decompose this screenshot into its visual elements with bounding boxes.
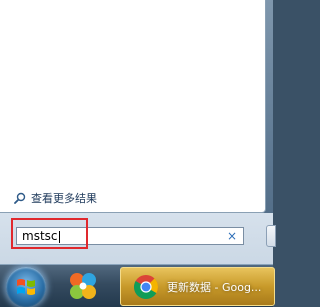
start-button[interactable] [6,267,46,307]
chrome-icon [133,274,159,299]
search-results-panel [0,0,266,213]
search-input[interactable]: mstsc × [16,227,244,245]
taskbar-task-label: 更新数据 - Goog... [167,280,262,294]
search-input-value: mstsc [22,229,60,243]
see-more-results-label: 查看更多结果 [31,192,97,205]
close-icon[interactable]: × [224,229,240,243]
pinwheel-app-icon [70,273,96,299]
windows-logo-icon [17,279,35,295]
text-caret [58,230,60,243]
taskbar: 更新数据 - Goog... [0,264,275,307]
taskbar-chrome-window[interactable]: 更新数据 - Goog... [120,267,275,306]
search-icon [14,192,26,204]
see-more-results-link[interactable]: 查看更多结果 [14,189,97,207]
shutdown-button[interactable] [266,225,276,247]
taskbar-pinned-app[interactable] [61,266,105,306]
